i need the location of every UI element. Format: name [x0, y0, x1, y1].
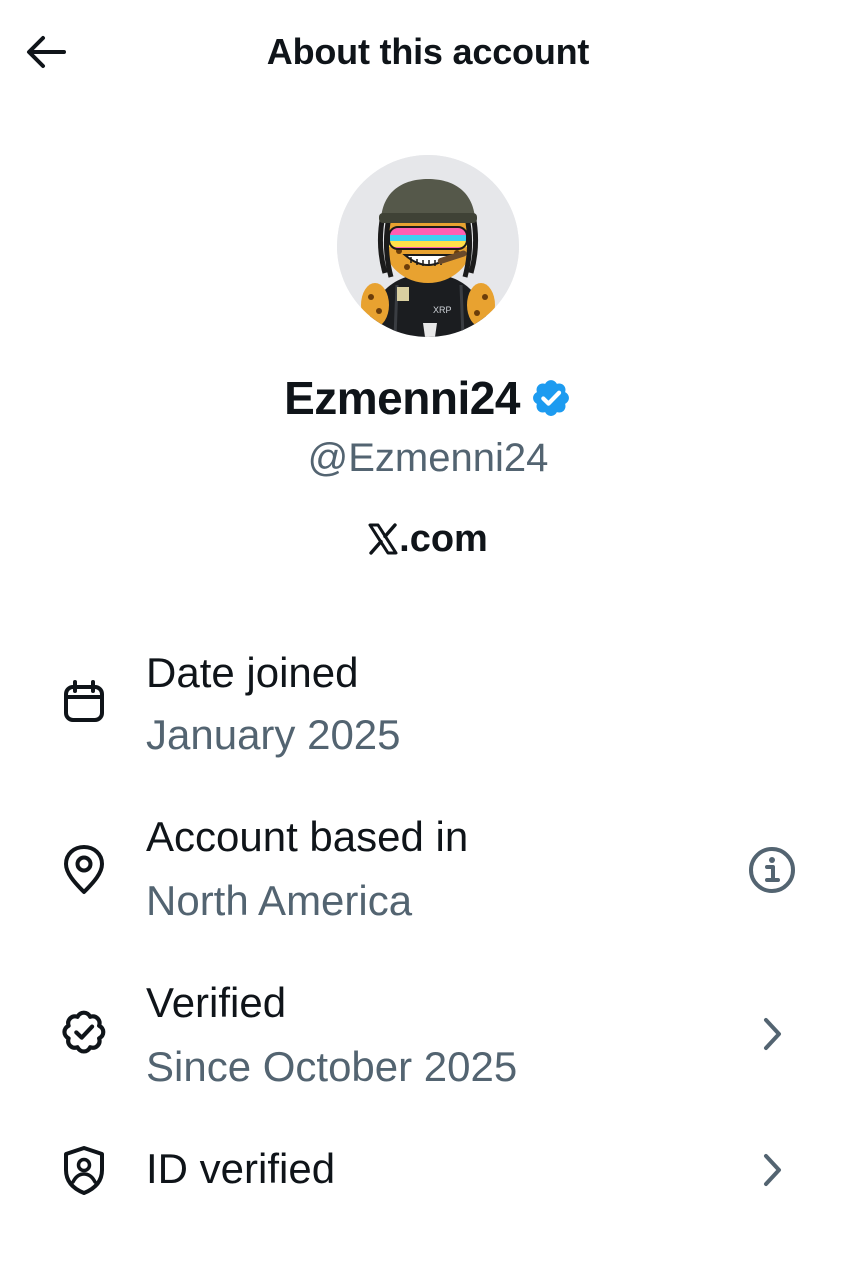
calendar-icon: [58, 676, 110, 728]
svg-text:XRP: XRP: [433, 305, 452, 315]
detail-title: Account based in: [146, 813, 469, 860]
id-shield-icon: [58, 1144, 110, 1196]
user-handle: @Ezmenni24: [307, 436, 549, 480]
verified-chevron-button[interactable]: [744, 1006, 800, 1062]
location-pin-icon: [58, 844, 110, 896]
avatar[interactable]: XRP: [337, 155, 519, 337]
avatar-image: XRP: [337, 155, 519, 337]
chevron-right-icon: [764, 1154, 781, 1186]
verified-seal-icon: [58, 1006, 110, 1058]
detail-value: January 2025: [146, 711, 401, 758]
page-title: About this account: [266, 31, 590, 72]
detail-title: Verified: [146, 979, 287, 1026]
detail-value: North America: [146, 877, 413, 924]
x-logo-icon: [368, 523, 398, 555]
detail-title: Date joined: [146, 649, 359, 696]
detail-title: ID verified: [146, 1145, 336, 1192]
site-link-text: .com: [399, 518, 488, 560]
detail-row-verified[interactable]: Verified Since October 2025: [0, 972, 856, 1122]
id-verified-chevron-button[interactable]: [744, 1142, 800, 1198]
info-button[interactable]: [744, 842, 800, 898]
info-icon: [749, 847, 795, 893]
display-name: Ezmenni24: [284, 372, 520, 424]
site-link[interactable]: .com: [0, 514, 856, 564]
profile-name-row: Ezmenni24: [0, 366, 856, 430]
detail-row-date-joined: Date joined January 2025: [0, 640, 856, 790]
detail-row-account-based-in: Account based in North America: [0, 806, 856, 956]
detail-row-id-verified[interactable]: ID verified: [0, 1138, 856, 1288]
verified-badge-icon[interactable]: [530, 377, 572, 419]
top-bar: About this account: [0, 0, 856, 104]
chevron-right-icon: [764, 1018, 781, 1050]
detail-value: Since October 2025: [146, 1043, 518, 1090]
